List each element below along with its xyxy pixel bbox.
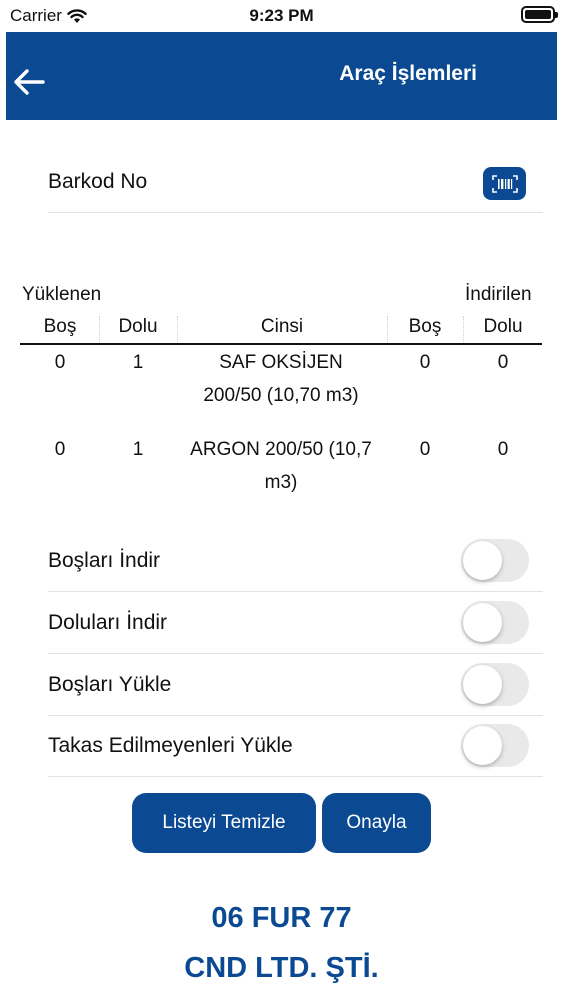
- switch-knob: [463, 665, 502, 704]
- column-divider: [387, 316, 388, 344]
- unload-full-switch[interactable]: [461, 601, 529, 644]
- switch-knob: [463, 541, 502, 580]
- toggle-row-load-empty: Boşları Yükle: [48, 654, 543, 716]
- loaded-empty-cell: 0: [54, 352, 66, 373]
- switch-knob: [463, 726, 502, 765]
- column-divider: [177, 316, 178, 344]
- toggle-label: Takas Edilmeyenleri Yükle: [48, 734, 293, 757]
- unloaded-group-header: İndirilen: [465, 284, 532, 305]
- type-cell-line-1: SAF OKSİJEN: [219, 352, 343, 373]
- column-divider: [99, 316, 100, 344]
- clock: 9:23 PM: [249, 6, 314, 25]
- clear-list-button[interactable]: Listeyi Temizle: [132, 793, 316, 853]
- column-header-unloaded-empty: Boş: [408, 316, 442, 337]
- type-cell-line-1: ARGON 200/50 (10,7: [190, 439, 372, 460]
- unloaded-empty-cell: 0: [419, 352, 431, 373]
- barcode-label: Barkod No: [48, 170, 148, 193]
- arrow-left-icon[interactable]: [12, 68, 46, 96]
- loaded-group-header: Yüklenen: [22, 284, 102, 305]
- column-header-loaded-full: Dolu: [118, 316, 158, 337]
- confirm-button[interactable]: Onayla: [322, 793, 431, 853]
- column-header-unloaded-full: Dolu: [483, 316, 523, 337]
- switch-knob: [463, 603, 502, 642]
- column-header-loaded-empty: Boş: [43, 316, 77, 337]
- status-bar: Carrier 9:23 PM: [0, 0, 563, 30]
- barcode-row: Barkod No: [48, 150, 543, 213]
- barcode-scan-icon: [491, 174, 518, 193]
- unloaded-empty-cell: 0: [419, 439, 431, 460]
- type-cell-line-2: 200/50 (10,70 m3): [203, 385, 359, 406]
- column-divider: [463, 316, 464, 344]
- toggle-row-unload-full: Doluları İndir: [48, 592, 543, 654]
- unload-empty-switch[interactable]: [461, 539, 529, 582]
- company-name: CND LTD. ŞTİ.: [184, 952, 379, 984]
- toggle-row-load-unswapped: Takas Edilmeyenleri Yükle: [48, 715, 543, 777]
- navigation-bar: Araç İşlemleri: [6, 32, 557, 120]
- barcode-scan-button[interactable]: [483, 167, 526, 200]
- vehicle-plate: 06 FUR 77: [211, 902, 352, 934]
- load-unswapped-switch[interactable]: [461, 724, 529, 767]
- toggle-label: Boşları Yükle: [48, 673, 172, 696]
- toggle-label: Doluları İndir: [48, 611, 168, 634]
- toggle-row-unload-empty: Boşları İndir: [48, 530, 543, 592]
- unloaded-full-cell: 0: [497, 439, 509, 460]
- page-title: Araç İşlemleri: [339, 62, 477, 85]
- loaded-empty-cell: 0: [54, 439, 66, 460]
- toggle-label: Boşları İndir: [48, 549, 161, 572]
- loaded-full-cell: 1: [132, 439, 144, 460]
- table-header-rule: [20, 343, 542, 345]
- unloaded-full-cell: 0: [497, 352, 509, 373]
- type-cell-line-2: m3): [264, 472, 298, 493]
- load-empty-switch[interactable]: [461, 663, 529, 706]
- column-header-type: Cinsi: [260, 316, 304, 337]
- loaded-full-cell: 1: [132, 352, 144, 373]
- battery-icon: [521, 6, 558, 23]
